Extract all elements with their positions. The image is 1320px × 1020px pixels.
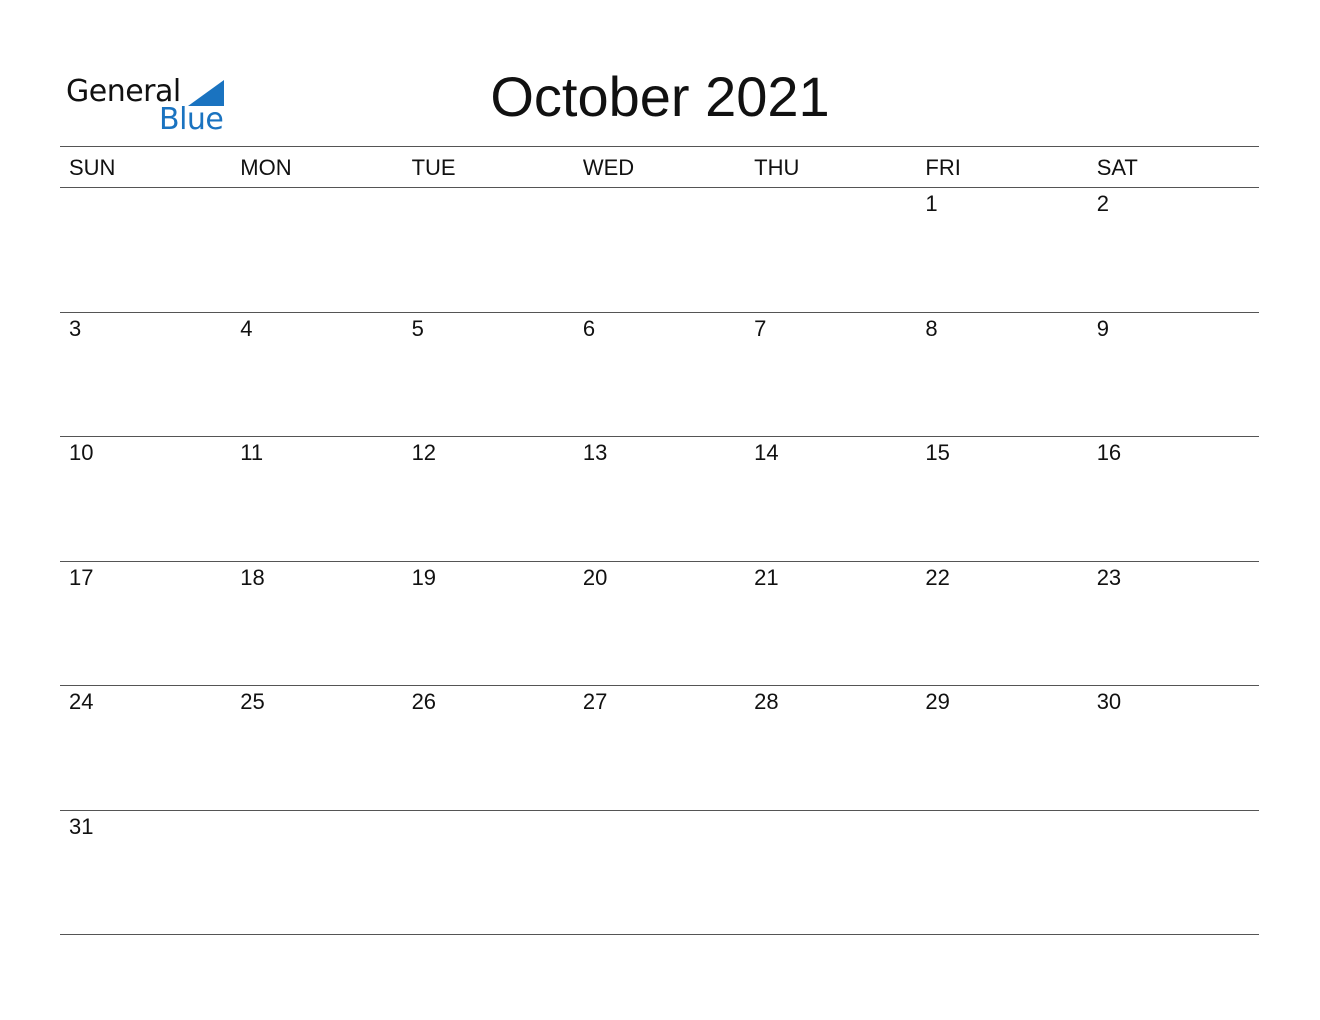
weekday-mon: MON	[240, 155, 292, 180]
day-cell	[916, 811, 1087, 935]
week-row: 24 25 26 27 28 29 30	[60, 686, 1259, 811]
day-cell	[574, 811, 745, 935]
day-cell: 2	[1096, 191, 1109, 216]
calendar-title: October 2021	[490, 65, 830, 128]
calendar-grid: SUN MON TUE WED THU FRI SAT 1 2 3 4 5 6 7 8 9 10 1…	[60, 146, 1259, 935]
weekday-thu: THU	[754, 155, 800, 180]
day-cell: 29	[925, 689, 950, 714]
week-row: 12	[60, 188, 1259, 313]
week-row: 3 4 5 6 7 8 9	[60, 313, 1259, 437]
day-cell	[60, 188, 231, 312]
day-cell	[403, 811, 574, 935]
day-cell	[745, 811, 916, 935]
day-cell: 25	[240, 689, 265, 714]
day-cell: 1	[925, 191, 938, 216]
day-cell: 14	[754, 440, 779, 465]
day-cell: 17	[69, 564, 94, 590]
day-cell: 9	[1096, 315, 1109, 341]
weekday-wed: WED	[582, 155, 635, 180]
day-cell: 11	[240, 440, 264, 465]
day-cell: 27	[582, 689, 608, 714]
day-cell: 21	[754, 564, 779, 590]
weekday-header-row: SUN MON TUE WED THU FRI SAT	[60, 146, 1259, 188]
day-cell: 12	[411, 440, 437, 465]
day-cell: 19	[411, 564, 437, 590]
weekday-fri: FRI	[925, 155, 961, 180]
day-cell: 18	[240, 564, 265, 590]
week-row: 10 11 12 13 14 15 16	[60, 437, 1259, 562]
day-cell: 15	[925, 440, 950, 465]
weekday-sat: SAT	[1096, 155, 1138, 180]
day-cell	[574, 188, 745, 312]
day-cell: 16	[1096, 440, 1122, 465]
day-cell: 6	[582, 315, 596, 341]
day-cell: 13	[582, 440, 608, 465]
day-cell: 30	[1096, 689, 1122, 714]
week-row: 17 18 19 20 21 22 23	[60, 562, 1259, 686]
day-cell: 7	[754, 315, 767, 341]
day-cell: 26	[411, 689, 437, 714]
weekday-tue: TUE	[411, 155, 456, 180]
day-cell: 3	[69, 315, 82, 341]
day-cell	[1088, 811, 1259, 935]
week-row: 31	[60, 811, 1259, 935]
day-cell: 22	[925, 564, 950, 590]
day-cell	[231, 188, 402, 312]
day-cell: 23	[1096, 564, 1122, 590]
day-cell: 10	[69, 440, 94, 465]
weekday-sun: SUN	[69, 155, 116, 180]
day-cell	[403, 188, 574, 312]
day-cell	[745, 188, 916, 312]
day-cell: 31	[69, 813, 94, 839]
day-cell: 20	[582, 564, 608, 590]
day-cell: 24	[69, 689, 94, 714]
day-cell: 4	[240, 315, 253, 341]
day-cell: 5	[411, 315, 424, 341]
day-cell: 28	[754, 689, 779, 714]
day-cell: 8	[925, 315, 938, 341]
day-cell	[231, 811, 402, 935]
